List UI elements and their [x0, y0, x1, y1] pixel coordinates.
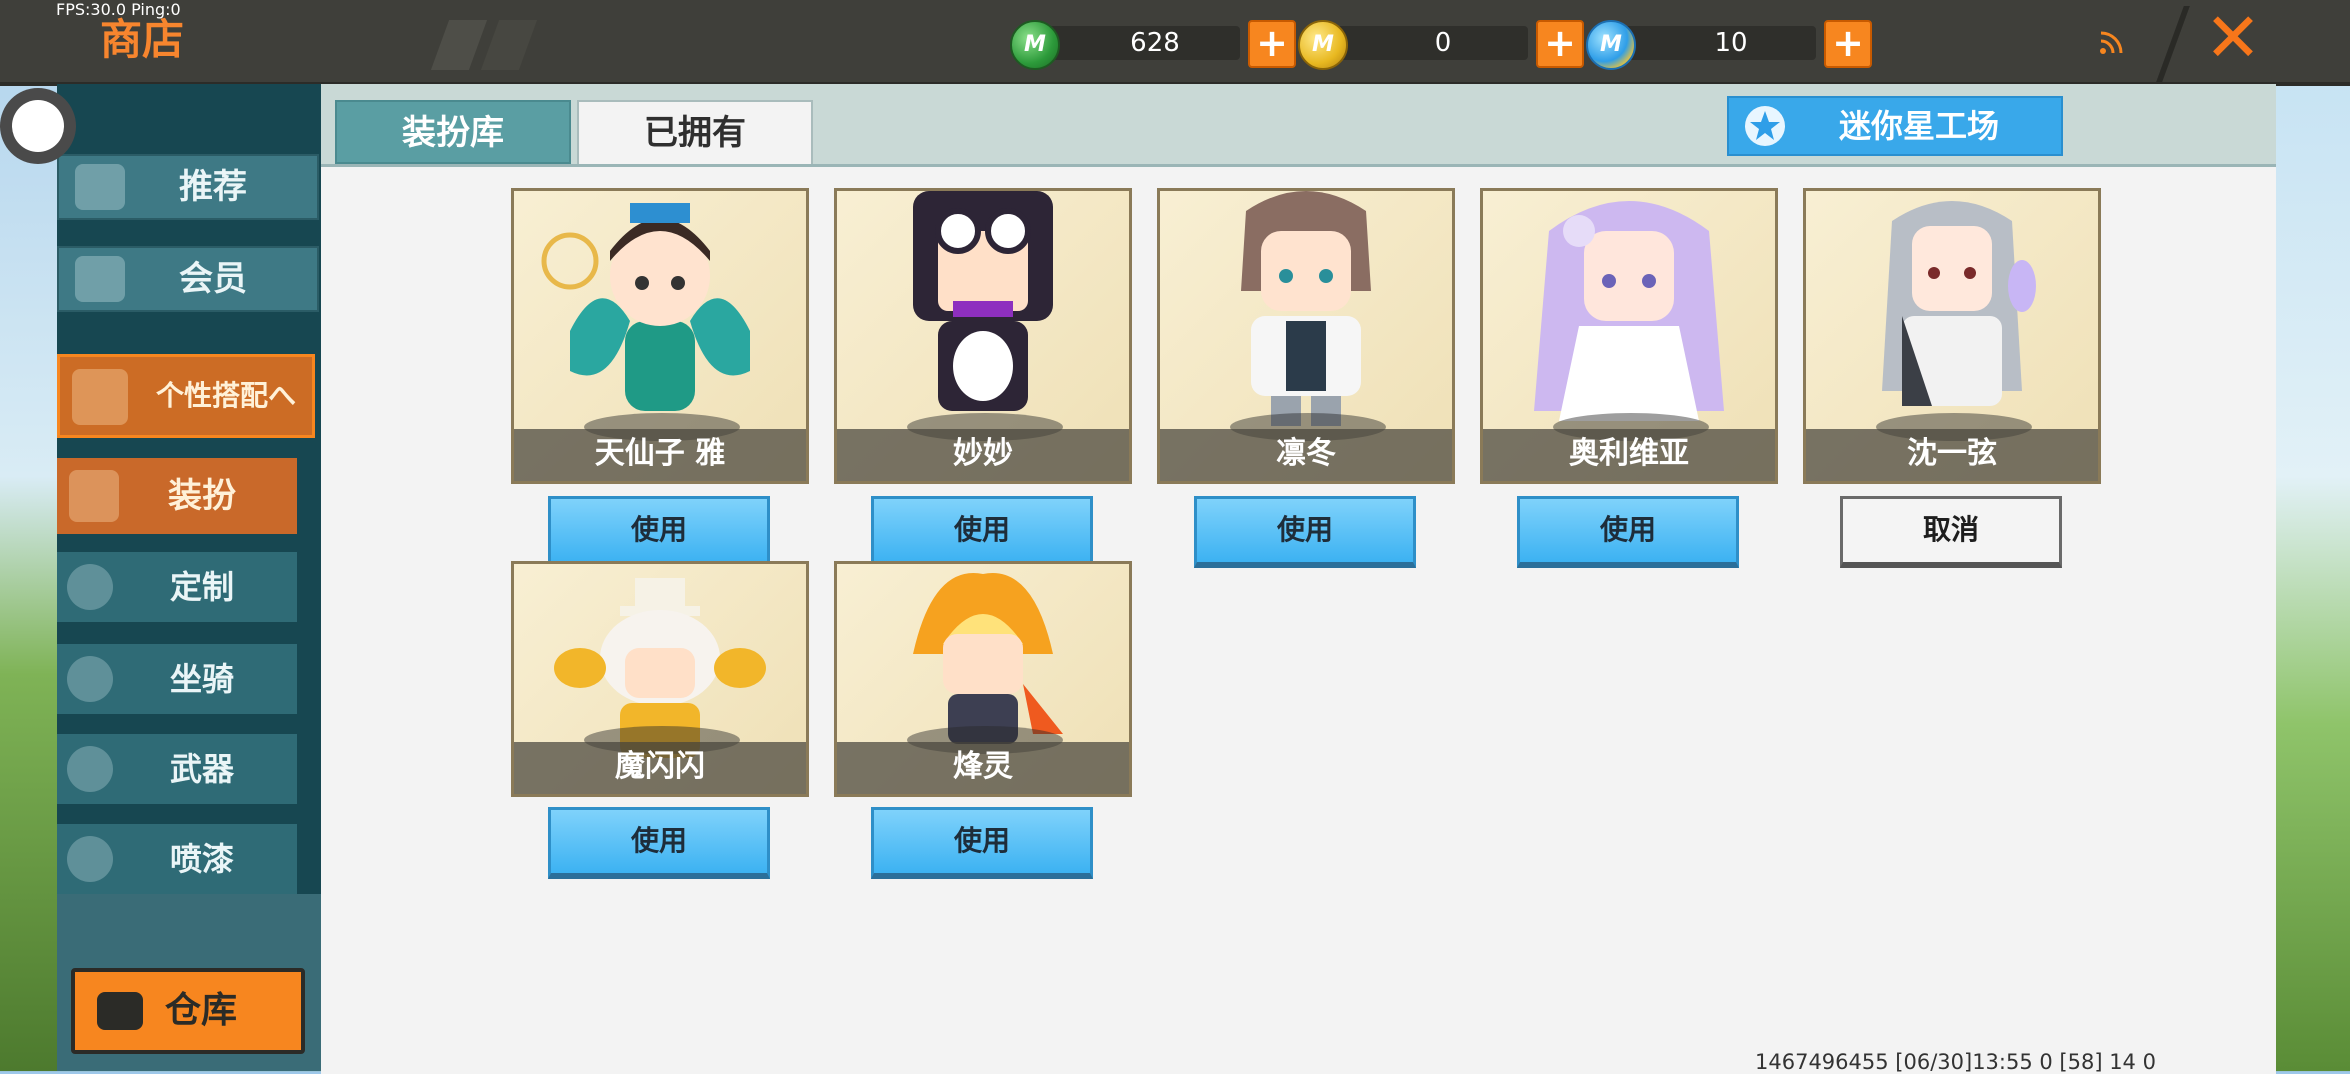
main-panel: 装扮库 已拥有 迷你星工场 天仙子 雅 使用 妙妙 使用 凛冬 使用 奥利维亚 …: [321, 84, 2276, 1074]
sidebar-item-label: 坐骑: [169, 660, 234, 698]
close-button[interactable]: ✕: [2200, 4, 2266, 74]
sidebar-item-weapon[interactable]: 武器: [57, 734, 297, 804]
skin-card[interactable]: 魔闪闪: [511, 561, 809, 797]
warehouse-label: 仓库: [165, 990, 238, 1031]
green-gem-coin-icon: M: [1010, 20, 1060, 70]
trophy-icon: [72, 369, 128, 425]
sidebar-item-label: 喷漆: [169, 840, 234, 878]
background-scenery-left: [0, 80, 60, 1071]
signal-icon: [2100, 31, 2123, 54]
character-image: [913, 573, 1063, 744]
skin-name: 烽灵: [837, 742, 1129, 794]
currency-value: 10: [1714, 28, 1748, 58]
sidebar-item-outfit[interactable]: 装扮: [57, 458, 297, 534]
sidebar-item-label: 装扮: [168, 476, 236, 516]
tab-outfit-library[interactable]: 装扮库: [335, 100, 571, 164]
skin-name: 奥利维亚: [1483, 429, 1775, 481]
chest-icon: [97, 992, 143, 1030]
skin-art: [514, 564, 806, 758]
mini-star-studio-button[interactable]: 迷你星工场: [1727, 96, 2063, 156]
tab-owned[interactable]: 已拥有: [577, 100, 813, 164]
use-button[interactable]: 使用: [548, 807, 770, 879]
sidebar-item-mount[interactable]: 坐骑: [57, 644, 297, 714]
use-button[interactable]: 使用: [1517, 496, 1739, 568]
decor-stripe: [430, 20, 488, 70]
skin-art: [514, 191, 806, 429]
sidebar-item-label: 推荐: [179, 167, 247, 207]
top-bar: FPS:30.0 Ping:0 商店 628 M + 0 M + 10 M + …: [0, 0, 2350, 86]
cancel-button[interactable]: 取消: [1840, 496, 2062, 568]
star-icon: [1745, 106, 1785, 146]
warehouse-button[interactable]: 仓库: [71, 968, 305, 1054]
sidebar-item-custom[interactable]: 定制: [57, 552, 297, 622]
skin-card[interactable]: 沈一弦: [1803, 188, 2101, 484]
currency-value: 0: [1434, 28, 1452, 58]
studio-label: 迷你星工场: [1839, 107, 2000, 145]
skin-grid: 天仙子 雅 使用 妙妙 使用 凛冬 使用 奥利维亚 使用 沈一弦 取消 魔闪闪 …: [321, 164, 2276, 1074]
skin-name: 魔闪闪: [514, 742, 806, 794]
sidebar: 推荐 会员 个性搭配へ 装扮 定制 坐骑 武器 喷漆 仓库: [57, 84, 321, 1071]
sidebar-item-label: 个性搭配へ: [156, 379, 297, 412]
use-button[interactable]: 使用: [871, 496, 1093, 568]
add-gold-currency-button[interactable]: +: [1536, 20, 1584, 68]
decor-stripe: [480, 20, 538, 70]
divider: [2156, 6, 2190, 82]
character-image: [1241, 191, 1371, 426]
currency-value: 628: [1130, 28, 1180, 58]
footer-debug-info: 1467496455 [06/30]13:55 0 [58] 14 0: [1755, 1050, 2156, 1074]
skin-card[interactable]: 天仙子 雅: [511, 188, 809, 484]
skin-art: [1806, 191, 2098, 429]
sidebar-item-recommend[interactable]: 推荐: [57, 154, 319, 220]
skin-art: [837, 191, 1129, 429]
skin-art: [837, 564, 1129, 744]
character-image: [1882, 201, 2036, 406]
skin-card[interactable]: 烽灵: [834, 561, 1132, 797]
use-button[interactable]: 使用: [1194, 496, 1416, 568]
add-green-currency-button[interactable]: +: [1248, 20, 1296, 68]
skin-card[interactable]: 凛冬: [1157, 188, 1455, 484]
skin-name: 妙妙: [837, 429, 1129, 481]
sidebar-item-label: 武器: [169, 750, 234, 788]
blue-m-coin-icon: M: [1586, 20, 1636, 70]
skin-art: [1483, 191, 1775, 429]
use-button[interactable]: 使用: [548, 496, 770, 568]
skin-name: 沈一弦: [1806, 429, 2098, 481]
character-image: [541, 203, 750, 411]
skin-name: 凛冬: [1160, 429, 1452, 481]
use-button[interactable]: 使用: [871, 807, 1093, 879]
sidebar-item-personal-style[interactable]: 个性搭配へ: [57, 354, 315, 438]
floating-ball-icon[interactable]: [0, 88, 76, 164]
sidebar-item-label: 定制: [169, 568, 234, 606]
skin-name: 天仙子 雅: [514, 429, 806, 481]
character-image: [913, 191, 1053, 411]
sidebar-menu: 推荐 会员 个性搭配へ 装扮 定制 坐骑 武器 喷漆: [57, 84, 321, 894]
skin-art: [1160, 191, 1452, 429]
sidebar-item-member[interactable]: 会员: [57, 246, 319, 312]
sidebar-item-spray[interactable]: 喷漆: [57, 824, 297, 894]
background-scenery-right: [2276, 80, 2350, 1071]
page-title: 商店: [100, 15, 185, 64]
character-image: [1534, 201, 1724, 421]
add-blue-currency-button[interactable]: +: [1824, 20, 1872, 68]
gold-m-coin-icon: M: [1298, 20, 1348, 70]
sidebar-item-label: 会员: [179, 259, 247, 299]
skin-card[interactable]: 妙妙: [834, 188, 1132, 484]
skin-card[interactable]: 奥利维亚: [1480, 188, 1778, 484]
